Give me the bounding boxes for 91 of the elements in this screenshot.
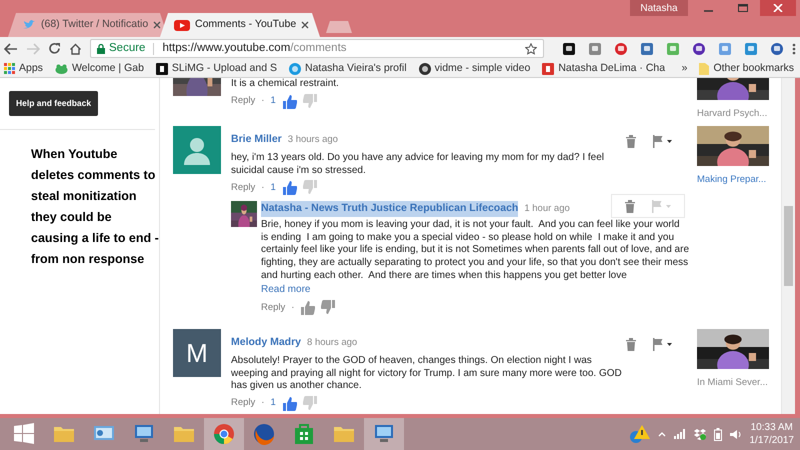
browser-tab[interactable]: Comments - YouTube [160, 13, 320, 37]
other-bookmarks-link[interactable]: Other bookmarks [699, 60, 794, 76]
trash-icon [625, 134, 637, 148]
security-label: Secure [109, 40, 146, 56]
separator-dot: · [291, 300, 294, 315]
reply-button[interactable]: Reply [231, 396, 256, 411]
battery-icon[interactable] [714, 428, 722, 440]
new-tab-button[interactable] [326, 21, 352, 33]
bookmark-link[interactable]: Natasha DeLima · Cha [542, 60, 666, 76]
like-button[interactable] [282, 94, 297, 109]
comment-text: Brie, honey if you mom is leaving your dad, it is not your fault. And you can feel like your world is ending I am going to make you a special video - so please hold on while I make it and you certainly feel like your life is ending, but it is not Sometimes when parents fall out of love, and are fighting, they are actually separating to protect you and your life, so that you don't see their mess and hurting each other. And there are times when this happens you get better love [261, 219, 689, 282]
author-link[interactable]: Natasha - News Truth Justice Republican Lifecoach [261, 201, 518, 218]
like-count: 1 [270, 180, 276, 195]
reply-button[interactable]: Reply [231, 180, 256, 195]
close-button[interactable] [760, 0, 796, 16]
browser-icon [212, 422, 236, 446]
bookmark-link[interactable]: Natasha Vieira's profil [288, 60, 407, 76]
address-bar[interactable]: Secure https://www.youtube.com/comments [90, 39, 544, 58]
separator-dot: · [261, 94, 264, 108]
video-title-link[interactable]: In Miami Sever... [697, 376, 768, 390]
comment-time: 1 hour ago [524, 202, 570, 216]
maximize-icon [738, 4, 748, 12]
video-title-link[interactable]: Harvard Psych... [697, 107, 768, 122]
bird-icon [22, 19, 36, 31]
bookmark-link[interactable]: Apps [4, 60, 43, 76]
author-link[interactable]: Brie Miller [231, 133, 282, 145]
sync-icon[interactable] [694, 428, 706, 440]
comment-time: 8 hours ago [307, 337, 358, 348]
author-link[interactable]: Melody Madry [231, 336, 302, 348]
reply-button[interactable]: Reply [231, 94, 256, 108]
extension-icon[interactable] [692, 42, 706, 56]
like-count: 1 [270, 396, 276, 410]
comment-text: hey, i'm 13 years old. Do you have any advice for leaving my mom for my dad? I feel suicidal cause i'm so stressed. [231, 152, 606, 178]
warning-icon[interactable] [628, 424, 650, 444]
person-icon [182, 135, 212, 165]
play-icon [174, 20, 190, 30]
clock-date[interactable]: 1/17/2017 [750, 434, 794, 447]
close-icon[interactable] [301, 21, 310, 29]
delete-button[interactable] [625, 337, 637, 352]
delete-button[interactable] [624, 199, 636, 214]
reply-button[interactable]: Reply [261, 300, 286, 315]
menu-icon[interactable] [792, 42, 796, 54]
dislike-button[interactable] [321, 300, 336, 316]
annotation-text: When Youtube deletes comments to steal monitization they could be causing a life to end - from non response [31, 146, 159, 268]
flag-button[interactable] [651, 134, 673, 148]
like-button[interactable] [282, 180, 297, 196]
like-button[interactable] [282, 396, 297, 411]
avatar[interactable]: M [173, 329, 221, 378]
bookmark-link[interactable]: Welcome | Gab [54, 60, 144, 76]
extension-icon[interactable] [562, 42, 576, 56]
reload-icon[interactable] [48, 42, 61, 55]
clock-time[interactable]: 10:33 AM [750, 421, 794, 434]
separator-dot: · [261, 180, 264, 195]
trash-icon [624, 199, 636, 214]
show-hidden-icons-icon[interactable] [658, 431, 666, 437]
signal-icon[interactable] [674, 429, 686, 439]
profile-button[interactable]: Natasha [630, 0, 688, 16]
comment-text: Absolutely! Prayer to the GOD of heaven, changes things. On election night I was weeping and praying all night for victory for Trump. I am sure many more were too. GOD has given us another chance. [231, 355, 623, 393]
taskbar-app[interactable] [364, 418, 404, 450]
flag-button[interactable] [651, 337, 673, 352]
read-more-link[interactable]: Read more [261, 282, 310, 298]
more-bookmarks-button[interactable]: » [682, 60, 688, 76]
home-icon[interactable] [69, 42, 82, 54]
help-and-feedback-button[interactable]: Help and feedback [9, 91, 98, 116]
delete-button[interactable] [625, 134, 637, 148]
comment-text: It is a chemical restraint. [231, 78, 340, 91]
close-icon[interactable] [153, 21, 162, 29]
bookmark-link[interactable]: SLiMG - Upload and S [156, 60, 277, 76]
like-button[interactable] [300, 300, 316, 316]
comment-time: 3 hours ago [288, 134, 338, 145]
store-icon [292, 422, 316, 446]
separator-dot: · [261, 396, 264, 410]
close-icon [773, 4, 783, 12]
back-icon[interactable] [4, 42, 18, 54]
fox-globe-icon [252, 422, 276, 446]
taskbar-app[interactable] [204, 418, 244, 450]
bookmark-star-icon[interactable] [525, 42, 537, 54]
url-text: https://www.youtube.com/comments [162, 40, 347, 56]
volume-icon[interactable] [730, 428, 742, 440]
scrollbar-thumb[interactable] [784, 206, 793, 286]
video-title-link[interactable]: Making Prepar... [697, 173, 766, 188]
flag-icon [651, 337, 673, 352]
flag-icon [651, 134, 673, 148]
scrollbar[interactable] [781, 78, 795, 414]
flag-icon [650, 199, 672, 214]
like-count: 1 [270, 94, 276, 108]
windows-logo-icon [12, 422, 36, 446]
avatar[interactable] [173, 126, 221, 174]
bookmark-link[interactable]: vidme - simple video [418, 60, 530, 76]
trash-icon [625, 337, 637, 352]
folder-icon [699, 62, 710, 74]
